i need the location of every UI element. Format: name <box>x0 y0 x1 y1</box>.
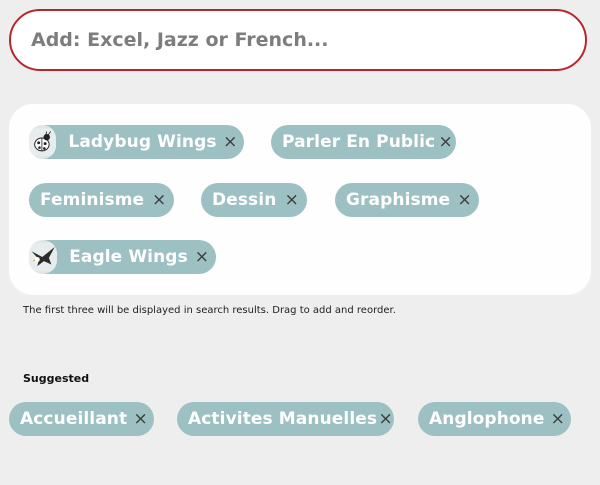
tag-label: Anglophone <box>429 409 545 429</box>
remove-tag-button[interactable]: × <box>377 409 394 429</box>
suggested-tag-anglophone[interactable]: Anglophone × <box>418 402 571 436</box>
tag-feminisme[interactable]: Feminisme × <box>29 183 174 217</box>
tag-label: Parler En Public <box>282 132 436 152</box>
tag-label: Ladybug Wings <box>68 132 217 152</box>
remove-tag-button[interactable]: × <box>188 247 216 267</box>
remove-tag-button[interactable]: × <box>545 409 571 429</box>
remove-tag-button[interactable]: × <box>276 190 307 210</box>
suggested-title: Suggested <box>23 372 90 385</box>
search-field[interactable] <box>9 9 587 71</box>
tag-label: Dessin <box>212 190 277 210</box>
tag-dessin[interactable]: Dessin × <box>201 183 307 217</box>
selected-tags-panel: Ladybug Wings × Parler En Public × Femin… <box>9 104 591 295</box>
tag-graphisme[interactable]: Graphisme × <box>335 183 479 217</box>
tag-parler-en-public[interactable]: Parler En Public × <box>271 125 456 159</box>
search-input[interactable] <box>31 29 551 51</box>
tag-label: Accueillant <box>20 409 128 429</box>
tag-label: Graphisme <box>346 190 451 210</box>
suggested-tag-activites-manuelles[interactable]: Activites Manuelles × <box>177 402 394 436</box>
eagle-icon <box>29 240 58 274</box>
remove-tag-button[interactable]: × <box>127 409 154 429</box>
ladybug-icon <box>29 125 57 159</box>
hint-text: The first three will be displayed in sea… <box>23 305 396 316</box>
remove-tag-button[interactable]: × <box>435 132 456 152</box>
remove-tag-button[interactable]: × <box>144 190 174 210</box>
tag-label: Feminisme <box>40 190 145 210</box>
tag-eagle-wings[interactable]: Eagle Wings × <box>29 240 216 274</box>
tag-label: Eagle Wings <box>69 247 188 267</box>
remove-tag-button[interactable]: × <box>217 132 244 152</box>
tag-ladybug-wings[interactable]: Ladybug Wings × <box>29 125 244 159</box>
tag-label: Activites Manuelles <box>188 409 378 429</box>
suggested-tag-accueillant[interactable]: Accueillant × <box>9 402 154 436</box>
remove-tag-button[interactable]: × <box>450 190 479 210</box>
